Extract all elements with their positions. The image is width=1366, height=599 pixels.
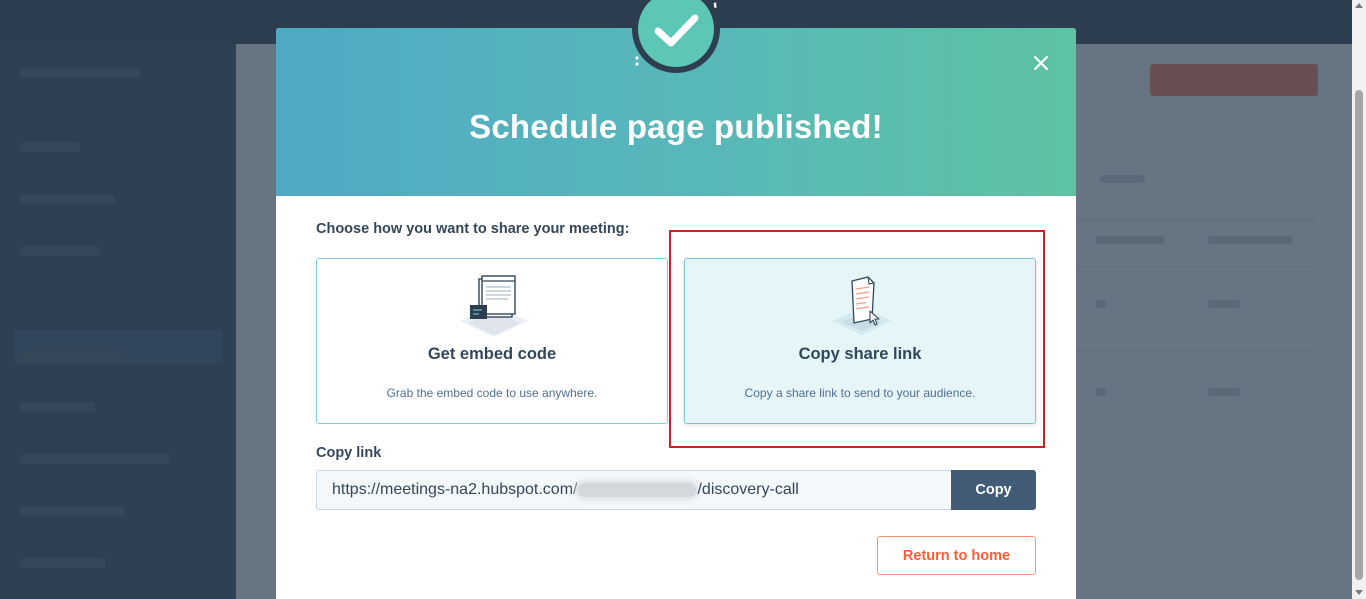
share-link-url-prefix: https://meetings-na2.hubspot.com/ — [332, 481, 578, 498]
scroll-down-arrow-icon[interactable] — [1355, 590, 1363, 595]
scrollbar-thumb[interactable] — [1355, 90, 1363, 580]
embed-code-option[interactable]: Get embed code Grab the embed code to us… — [316, 258, 668, 424]
dialog-title: Schedule page published! — [469, 108, 883, 145]
share-link-url-suffix: /discovery-call — [697, 481, 799, 498]
redacted-url-segment — [578, 482, 697, 497]
return-to-home-button[interactable]: Return to home — [877, 536, 1036, 575]
share-link-title: Copy share link — [798, 345, 922, 363]
copy-link-button[interactable]: Copy — [951, 470, 1036, 510]
checkmark-icon — [629, 0, 723, 74]
embed-code-title: Get embed code — [427, 345, 557, 363]
scroll-up-arrow-icon[interactable] — [1355, 3, 1363, 8]
close-icon[interactable] — [1028, 50, 1054, 76]
copy-link-label: Copy link — [316, 445, 382, 461]
share-link-option[interactable]: Copy share link Copy a share link to sen… — [684, 258, 1036, 424]
share-link-description: Copy a share link to send to your audien… — [744, 386, 976, 400]
page-scrollbar[interactable] — [1352, 0, 1366, 599]
publish-success-dialog: Schedule page published! Choose how you … — [276, 0, 1076, 599]
embed-code-description: Grab the embed code to use anywhere. — [386, 386, 598, 400]
share-prompt: Choose how you want to share your meetin… — [316, 221, 630, 237]
embed-code-illustration-icon — [458, 275, 530, 341]
share-link-illustration-icon — [826, 275, 898, 341]
share-link-field[interactable]: https://meetings-na2.hubspot.com/ /discov… — [316, 470, 952, 510]
